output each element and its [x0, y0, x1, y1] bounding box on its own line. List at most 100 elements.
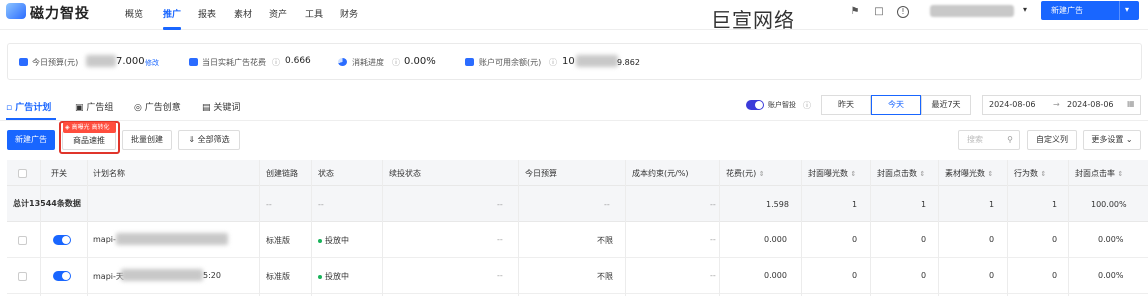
- date-range-picker[interactable]: 2024-08-06 → 2024-08-06 ▦: [982, 95, 1141, 115]
- column-divider: [719, 160, 720, 296]
- top-bar: 磁力智投 概览 推广 报表 素材 资产 工具 财务 巨宣网络 ⚑ □ ! ▾ 新…: [0, 0, 1148, 32]
- info-icon[interactable]: ⓘ: [392, 57, 400, 68]
- nav-active-indicator: [163, 27, 181, 30]
- row-switch-toggle[interactable]: [53, 271, 71, 281]
- row-checkbox[interactable]: [18, 272, 27, 281]
- hot-tag-badge: ◈ 高曝光 高转化: [63, 122, 116, 133]
- batch-create-button[interactable]: 批量创建: [122, 130, 172, 150]
- tab-keywords[interactable]: ▤ 关键词: [202, 100, 240, 113]
- chevron-down-icon[interactable]: ▾: [1023, 5, 1027, 14]
- date-start: 2024-08-06: [989, 100, 1036, 109]
- column-divider: [311, 160, 312, 296]
- summary-mat-exp: 1: [989, 200, 995, 209]
- column-divider: [625, 160, 626, 296]
- balance-prefix: 10: [562, 56, 575, 67]
- column-divider: [382, 160, 383, 296]
- tab-ad-group-label: 广告组: [86, 103, 114, 113]
- table-row[interactable]: mapi- 标准版 投放中 -- 不限 -- 0.000 0 0 0 0 0.0…: [7, 222, 1148, 258]
- nav-materials[interactable]: 素材: [234, 7, 252, 20]
- search-icon[interactable]: ⚲: [1007, 131, 1013, 149]
- table-row[interactable]: mapi-天 5:20 标准版 投放中 -- 不限 -- 0.000 0 0 0…: [7, 258, 1148, 294]
- col-budget: 今日预算: [525, 169, 557, 178]
- row-status-text: 投放中: [325, 236, 349, 245]
- col-status: 状态: [318, 169, 334, 178]
- info-icon[interactable]: ⓘ: [803, 100, 811, 111]
- row-chain: 标准版: [266, 272, 290, 281]
- spend-icon: [189, 58, 198, 66]
- redacted-value: [121, 269, 203, 281]
- date-last7-button[interactable]: 最近7天: [921, 95, 971, 115]
- plan-name-suffix: 5:20: [203, 271, 221, 280]
- watermark-text: 巨宣网络: [711, 8, 795, 32]
- new-ad-button[interactable]: 新建广告 ▾: [1041, 1, 1139, 20]
- summary-cover-click: 1: [921, 200, 927, 209]
- progress-label: 消耗进度: [352, 58, 384, 67]
- budget-edit-link[interactable]: 修改: [145, 58, 159, 68]
- row-checkbox[interactable]: [18, 236, 27, 245]
- column-divider: [1007, 160, 1008, 296]
- summary-renew: --: [497, 200, 503, 209]
- plan-name[interactable]: mapi-天: [93, 271, 124, 282]
- date-end: 2024-08-06: [1067, 100, 1114, 109]
- nav-assets[interactable]: 资产: [269, 7, 287, 20]
- chevron-down-icon[interactable]: ▾: [1125, 5, 1129, 14]
- redacted-value: [86, 55, 116, 67]
- col-cover-exp[interactable]: 封面曝光数 ⇕: [808, 168, 856, 179]
- sort-icon: ⇕: [758, 170, 765, 178]
- column-divider: [518, 160, 519, 296]
- redacted-value: [116, 233, 228, 245]
- new-ad-button[interactable]: 新建广告: [7, 130, 55, 150]
- tab-keywords-label: 关键词: [213, 103, 241, 113]
- row-cover-click: 0: [921, 235, 927, 244]
- nav-overview[interactable]: 概览: [125, 7, 143, 20]
- col-spend[interactable]: 花费(元) ⇕: [726, 168, 765, 179]
- tab-campaign[interactable]: ▫ 广告计划: [6, 100, 51, 113]
- column-divider: [801, 160, 802, 296]
- nav-finance[interactable]: 财务: [340, 7, 358, 20]
- custom-columns-button[interactable]: 自定义列: [1027, 130, 1077, 150]
- bell-icon[interactable]: ⚑: [849, 6, 861, 18]
- col-mat-exp[interactable]: 素材曝光数 ⇕: [945, 168, 993, 179]
- col-cover-click[interactable]: 封面点击数 ⇕: [877, 168, 925, 179]
- nav-reports[interactable]: 报表: [198, 7, 216, 20]
- account-name-redacted[interactable]: [930, 5, 1014, 17]
- row-mat-exp: 0: [989, 271, 995, 280]
- row-cover-exp: 0: [852, 271, 858, 280]
- help-icon[interactable]: !: [897, 6, 909, 18]
- tab-creative[interactable]: ◎ 广告创意: [134, 100, 181, 113]
- column-divider: [40, 160, 41, 296]
- date-today-button[interactable]: 今天: [871, 95, 921, 115]
- nav-tools[interactable]: 工具: [305, 7, 323, 20]
- col-switch: 开关: [51, 169, 67, 178]
- table-header: 开关 计划名称 创建链路 状态 续投状态 今日预算 成本约束(元/%) 花费(元…: [7, 160, 1148, 186]
- plan-name[interactable]: mapi-: [93, 235, 116, 244]
- chevron-down-icon: ⌄: [1125, 135, 1133, 144]
- select-all-checkbox[interactable]: [18, 169, 27, 178]
- row-switch-toggle[interactable]: [53, 235, 71, 245]
- row-cost: --: [710, 235, 716, 244]
- sort-icon: ⇕: [850, 170, 857, 178]
- nav-promotion[interactable]: 推广: [163, 7, 181, 20]
- col-cost: 成本约束(元/%): [632, 169, 689, 178]
- col-ctr[interactable]: 封面点击率 ⇕: [1075, 168, 1123, 179]
- tab-campaign-label: 广告计划: [15, 103, 52, 113]
- arrow-right-icon: →: [1053, 100, 1060, 109]
- message-icon[interactable]: □: [873, 6, 885, 18]
- row-cost: --: [710, 271, 716, 280]
- more-settings-button[interactable]: 更多设置 ⌄: [1083, 130, 1141, 150]
- budget-label: 今日预算(元): [32, 58, 79, 67]
- all-filter-button[interactable]: ⇓ 全部筛选: [178, 130, 240, 150]
- summary-actions: 1: [1052, 200, 1058, 209]
- date-yesterday-button[interactable]: 昨天: [821, 95, 871, 115]
- search-input[interactable]: 搜索 ⚲: [958, 130, 1020, 150]
- col-chain: 创建链路: [266, 169, 298, 178]
- col-actions[interactable]: 行为数 ⇕: [1014, 168, 1046, 179]
- calendar-icon: ▦: [1127, 99, 1135, 108]
- summary-spend: 1.598: [766, 200, 789, 209]
- info-icon[interactable]: ⓘ: [549, 57, 557, 68]
- info-icon[interactable]: ⓘ: [272, 57, 280, 68]
- tab-ad-group[interactable]: ▣ 广告组: [75, 100, 113, 113]
- col-cover-click-label: 封面点击数: [877, 169, 917, 178]
- summary-budget: --: [604, 200, 610, 209]
- account-smart-toggle[interactable]: [746, 100, 764, 110]
